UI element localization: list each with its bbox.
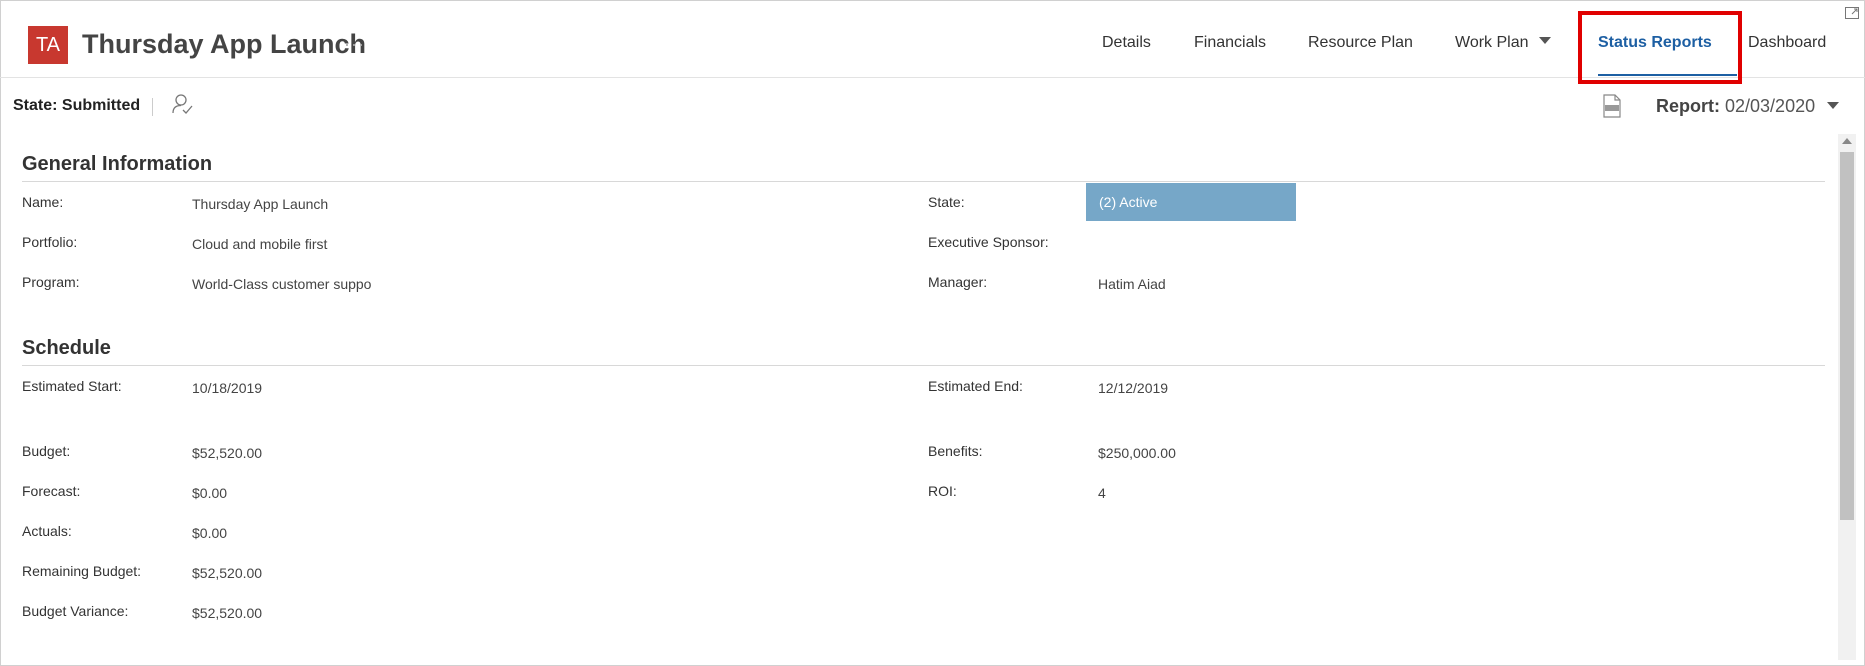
tab-work-plan-label: Work Plan xyxy=(1455,34,1529,51)
divider xyxy=(152,98,153,116)
vertical-scrollbar[interactable] xyxy=(1838,134,1856,660)
budget-variance-label: Budget Variance: xyxy=(22,603,129,619)
highlight-box xyxy=(1578,11,1742,84)
roi-label: ROI: xyxy=(928,483,957,499)
section-divider xyxy=(22,365,1825,366)
estimated-start-label: Estimated Start: xyxy=(22,378,122,394)
report-selector[interactable]: Report: 02/03/2020 xyxy=(1656,96,1840,117)
portfolio-label: Portfolio: xyxy=(22,234,78,250)
budget-label: Budget: xyxy=(22,443,71,459)
tab-details[interactable]: Details xyxy=(1102,34,1151,52)
scroll-up-icon[interactable] xyxy=(1842,138,1852,144)
estimated-end-label: Estimated End: xyxy=(928,378,1023,394)
section-schedule: Schedule xyxy=(22,337,111,359)
remaining-budget-value: $52,520.00 xyxy=(192,565,263,581)
remaining-budget-label: Remaining Budget: xyxy=(22,563,142,579)
project-avatar: TA xyxy=(28,26,68,64)
state-label: State: Submitted xyxy=(13,97,141,114)
report-label: Report: xyxy=(1656,96,1720,116)
actuals-label: Actuals: xyxy=(22,523,72,539)
estimated-start-value: 10/18/2019 xyxy=(192,380,263,396)
manager-value: Hatim Aiad xyxy=(1098,276,1166,292)
chevron-down-icon xyxy=(1827,101,1840,109)
name-label: Name: xyxy=(22,194,64,210)
more-options-icon[interactable]: ··· xyxy=(344,34,365,55)
pdf-icon[interactable] xyxy=(1602,94,1622,118)
expand-icon[interactable] xyxy=(1845,7,1859,19)
forecast-value: $0.00 xyxy=(192,485,228,501)
portfolio-value: Cloud and mobile first xyxy=(192,236,328,252)
manager-label: Manager: xyxy=(928,274,988,290)
state-field-label: State: xyxy=(928,194,965,210)
name-value: Thursday App Launch xyxy=(192,196,329,212)
executive-sponsor-label: Executive Sponsor: xyxy=(928,234,1049,250)
estimated-end-value: 12/12/2019 xyxy=(1098,380,1169,396)
benefits-value: $250,000.00 xyxy=(1098,445,1176,461)
person-check-icon[interactable] xyxy=(171,93,193,115)
tab-resource-plan[interactable]: Resource Plan xyxy=(1308,34,1413,52)
report-date: 02/03/2020 xyxy=(1725,96,1816,116)
budget-value: $52,520.00 xyxy=(192,445,263,461)
tab-financials[interactable]: Financials xyxy=(1194,34,1266,52)
tab-dashboard[interactable]: Dashboard xyxy=(1748,34,1826,52)
section-general-information: General Information xyxy=(22,153,213,175)
forecast-label: Forecast: xyxy=(22,483,81,499)
roi-value: 4 xyxy=(1098,485,1106,501)
state-badge: (2) Active xyxy=(1086,183,1296,221)
budget-variance-value: $52,520.00 xyxy=(192,605,263,621)
program-value: World-Class customer suppo xyxy=(192,276,372,292)
benefits-label: Benefits: xyxy=(928,443,983,459)
project-title: Thursday App Launch xyxy=(82,29,367,59)
actuals-value: $0.00 xyxy=(192,525,228,541)
tab-work-plan[interactable]: Work Plan xyxy=(1455,34,1551,52)
status-subbar: State: Submitted Report: 02/03/2020 xyxy=(0,79,1865,134)
section-divider xyxy=(22,181,1825,182)
chevron-down-icon xyxy=(1538,37,1551,45)
project-header: TA Thursday App Launch ··· Details Finan… xyxy=(0,0,1865,84)
program-label: Program: xyxy=(22,274,80,290)
scroll-thumb[interactable] xyxy=(1840,152,1854,520)
